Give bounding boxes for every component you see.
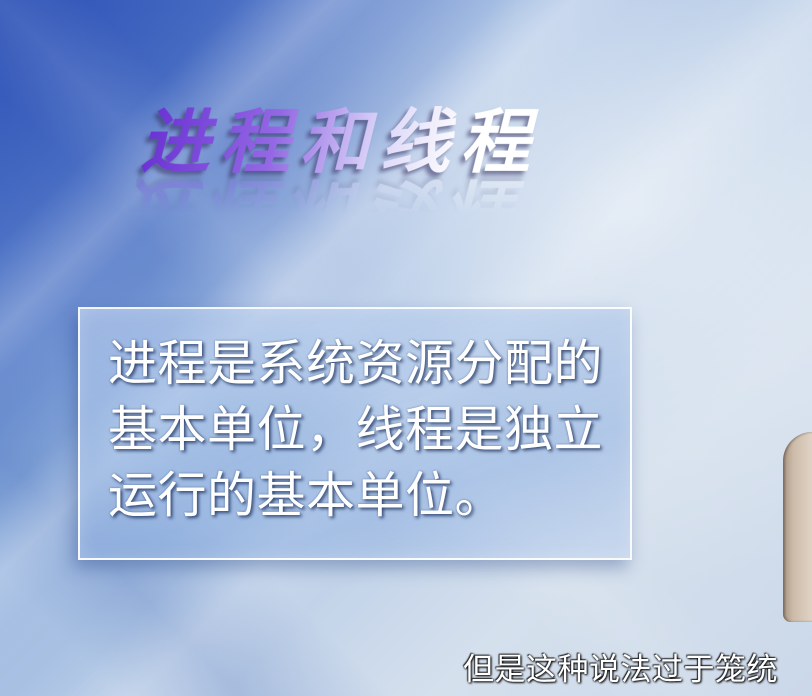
definition-line: 基本单位，线程是独立 — [108, 401, 604, 458]
presenter-partial — [783, 432, 812, 622]
caption-subtitle: 但是这种说法过于笼统 — [463, 652, 778, 688]
definition-line: 进程是系统资源分配的 — [108, 335, 604, 392]
definition-box: 进程是系统资源分配的 基本单位，线程是独立 运行的基本单位。 — [78, 307, 632, 560]
video-title: 进程和线程 — [135, 101, 557, 183]
video-frame: 进程和线程 进程是系统资源分配的 基本单位，线程是独立 运行的基本单位。 但是这… — [0, 0, 812, 696]
definition-line: 运行的基本单位。 — [108, 467, 505, 524]
